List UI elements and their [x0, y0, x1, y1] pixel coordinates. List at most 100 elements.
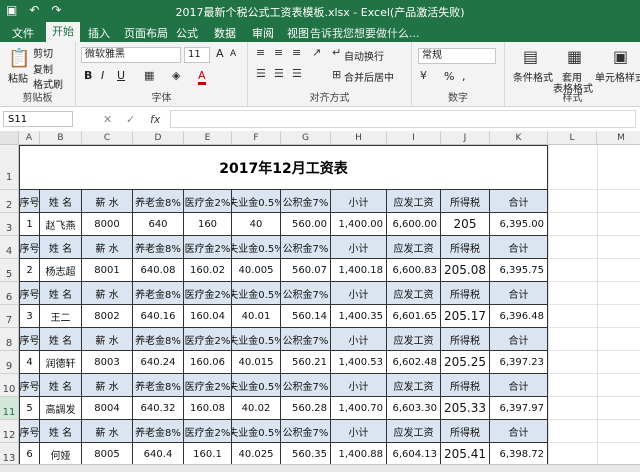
- header-cell[interactable]: 公积金7%: [281, 328, 331, 351]
- header-cell[interactable]: 小计: [331, 420, 387, 443]
- header-cell[interactable]: 小计: [331, 328, 387, 351]
- data-cell[interactable]: 8001: [82, 259, 133, 282]
- data-cell[interactable]: 560.21: [281, 351, 331, 374]
- tell-me-search[interactable]: 告诉我您想要做什么...: [310, 25, 420, 41]
- number-format-select[interactable]: 常规: [418, 48, 496, 64]
- confirm-icon[interactable]: ✓: [126, 113, 135, 126]
- data-cell[interactable]: 6,395.00: [490, 213, 548, 236]
- column-header[interactable]: J: [441, 131, 490, 145]
- data-cell[interactable]: 205.17: [441, 305, 490, 328]
- row-header[interactable]: 4: [0, 236, 19, 259]
- tab-page-layout[interactable]: 页面布局: [124, 25, 168, 41]
- header-cell[interactable]: 姓 名: [40, 236, 82, 259]
- tab-data[interactable]: 数据: [214, 25, 236, 41]
- data-cell[interactable]: 6,398.72: [490, 443, 548, 466]
- header-cell[interactable]: 医疗金2%: [184, 282, 232, 305]
- header-cell[interactable]: 薪 水: [82, 374, 133, 397]
- italic-button[interactable]: I: [101, 69, 104, 82]
- tab-formulas[interactable]: 公式: [176, 25, 198, 41]
- row-header[interactable]: 13: [0, 443, 19, 466]
- data-cell[interactable]: 5: [19, 397, 40, 420]
- header-cell[interactable]: 序号: [19, 420, 40, 443]
- select-all-corner[interactable]: [0, 131, 19, 145]
- formula-input[interactable]: [170, 110, 636, 128]
- header-cell[interactable]: 医疗金2%: [184, 374, 232, 397]
- column-header[interactable]: B: [40, 131, 82, 145]
- data-cell[interactable]: 560.28: [281, 397, 331, 420]
- header-cell[interactable]: 养老金8%: [133, 374, 184, 397]
- header-cell[interactable]: 应发工资: [387, 190, 441, 213]
- bold-button[interactable]: B: [84, 69, 92, 82]
- data-cell[interactable]: 1,400.00: [331, 213, 387, 236]
- header-cell[interactable]: 失业金0.5%: [232, 190, 281, 213]
- data-cell[interactable]: 205: [441, 213, 490, 236]
- tab-review[interactable]: 审阅: [252, 25, 274, 41]
- data-cell[interactable]: 205.25: [441, 351, 490, 374]
- header-cell[interactable]: 所得税: [441, 374, 490, 397]
- align-left-icon[interactable]: ☰: [256, 67, 266, 80]
- data-cell[interactable]: 205.41: [441, 443, 490, 466]
- header-cell[interactable]: 应发工资: [387, 282, 441, 305]
- data-cell[interactable]: 8002: [82, 305, 133, 328]
- header-cell[interactable]: 养老金8%: [133, 236, 184, 259]
- row-header[interactable]: 8: [0, 328, 19, 351]
- data-cell[interactable]: 160.06: [184, 351, 232, 374]
- header-cell[interactable]: 公积金7%: [281, 282, 331, 305]
- data-cell[interactable]: 40.025: [232, 443, 281, 466]
- worksheet-grid[interactable]: 2017年12月工资表 A B C D E F G H I J K L M 1 2 3 4 5 6 7 8 9 10 11 12…: [0, 131, 640, 471]
- data-cell[interactable]: 8004: [82, 397, 133, 420]
- align-right-icon[interactable]: ☰: [292, 67, 302, 80]
- data-cell[interactable]: 8000: [82, 213, 133, 236]
- data-cell[interactable]: 6,600.83: [387, 259, 441, 282]
- header-cell[interactable]: 公积金7%: [281, 420, 331, 443]
- conditional-format-icon[interactable]: ▤: [523, 47, 538, 66]
- data-cell[interactable]: 40.02: [232, 397, 281, 420]
- header-cell[interactable]: 医疗金2%: [184, 236, 232, 259]
- data-cell[interactable]: 160.08: [184, 397, 232, 420]
- data-cell[interactable]: 1: [19, 213, 40, 236]
- header-cell[interactable]: 公积金7%: [281, 374, 331, 397]
- header-cell[interactable]: 姓 名: [40, 328, 82, 351]
- header-cell[interactable]: 养老金8%: [133, 328, 184, 351]
- header-cell[interactable]: 应发工资: [387, 374, 441, 397]
- header-cell[interactable]: 所得税: [441, 190, 490, 213]
- data-cell[interactable]: 160.02: [184, 259, 232, 282]
- grow-font-button[interactable]: A: [216, 47, 224, 60]
- data-cell[interactable]: 3: [19, 305, 40, 328]
- data-cell[interactable]: 1,400.35: [331, 305, 387, 328]
- data-cell[interactable]: 4: [19, 351, 40, 374]
- cell-styles-button[interactable]: 单元格样式: [595, 69, 640, 84]
- data-cell[interactable]: 何娅: [40, 443, 82, 466]
- header-cell[interactable]: 姓 名: [40, 420, 82, 443]
- header-cell[interactable]: 薪 水: [82, 236, 133, 259]
- header-cell[interactable]: 薪 水: [82, 282, 133, 305]
- data-cell[interactable]: 640.24: [133, 351, 184, 374]
- data-cell[interactable]: 杨志超: [40, 259, 82, 282]
- header-cell[interactable]: 所得税: [441, 328, 490, 351]
- font-size-select[interactable]: 11: [184, 47, 210, 63]
- data-cell[interactable]: 160.1: [184, 443, 232, 466]
- column-header[interactable]: A: [19, 131, 40, 145]
- header-cell[interactable]: 失业金0.5%: [232, 282, 281, 305]
- align-middle-icon[interactable]: ≡: [274, 46, 283, 59]
- header-cell[interactable]: 姓 名: [40, 190, 82, 213]
- header-cell[interactable]: 合计: [490, 420, 548, 443]
- header-cell[interactable]: 合计: [490, 328, 548, 351]
- row-header[interactable]: 5: [0, 259, 19, 282]
- header-cell[interactable]: 小计: [331, 282, 387, 305]
- data-cell[interactable]: 8005: [82, 443, 133, 466]
- font-color-button[interactable]: A: [198, 69, 206, 85]
- header-cell[interactable]: 序号: [19, 236, 40, 259]
- tab-view[interactable]: 视图: [287, 25, 309, 41]
- data-cell[interactable]: 6: [19, 443, 40, 466]
- tab-insert[interactable]: 插入: [88, 25, 110, 41]
- paste-icon[interactable]: 📋: [8, 48, 30, 69]
- row-header[interactable]: 7: [0, 305, 19, 328]
- underline-button[interactable]: U: [117, 69, 125, 82]
- column-header[interactable]: E: [184, 131, 232, 145]
- header-cell[interactable]: 医疗金2%: [184, 328, 232, 351]
- cell-styles-icon[interactable]: ▣: [613, 47, 628, 66]
- align-bottom-icon[interactable]: ≡: [292, 46, 301, 59]
- column-header[interactable]: M: [597, 131, 640, 145]
- header-cell[interactable]: 薪 水: [82, 190, 133, 213]
